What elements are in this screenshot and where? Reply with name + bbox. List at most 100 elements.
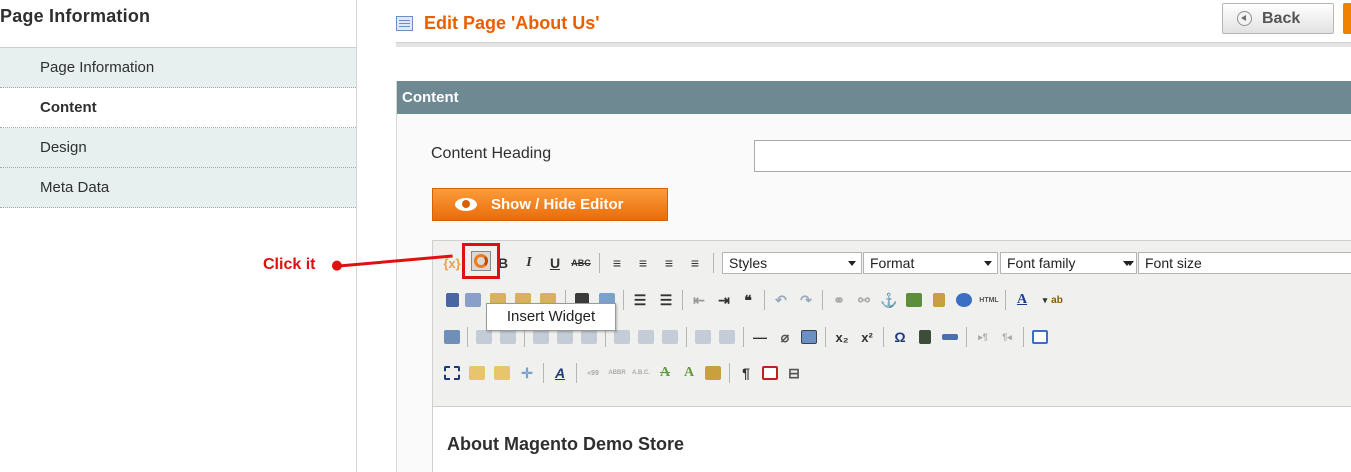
align-center-icon[interactable]: ≡ xyxy=(633,253,653,273)
blockquote-icon[interactable]: ❝ xyxy=(738,290,758,310)
horizontal-rule-icon[interactable]: — xyxy=(750,327,770,347)
sidebar-title: Page Information xyxy=(0,6,151,26)
split-cells-icon[interactable] xyxy=(693,327,713,347)
save-button-edge[interactable] xyxy=(1343,3,1351,34)
fullscreen-icon[interactable] xyxy=(1030,327,1050,347)
insert-col-after-icon[interactable] xyxy=(636,327,656,347)
toolbar-separator xyxy=(576,363,577,383)
tab-page-information[interactable]: Page Information xyxy=(0,48,356,88)
page-break-icon[interactable]: ⊟ xyxy=(784,363,804,383)
tab-design[interactable]: Design xyxy=(0,128,356,168)
styleprops-icon[interactable]: A xyxy=(550,363,570,383)
remove-format-icon[interactable]: ⌀ xyxy=(775,327,795,347)
insert-text-icon[interactable]: A xyxy=(679,363,699,383)
chevron-down-icon xyxy=(845,254,858,272)
delete-col-icon[interactable] xyxy=(660,327,680,347)
styles-select[interactable]: Styles xyxy=(722,252,862,274)
toolbar-separator xyxy=(743,327,744,347)
toolbar-separator xyxy=(543,363,544,383)
insert-widget-icon xyxy=(471,251,491,271)
sidebar: Page Information Page Information Conten… xyxy=(0,0,357,472)
format-select-value: Format xyxy=(870,255,915,271)
align-justify-icon[interactable]: ≡ xyxy=(685,253,705,273)
format-select[interactable]: Format xyxy=(863,252,998,274)
special-char-icon[interactable]: Ω xyxy=(890,327,910,347)
help-icon[interactable] xyxy=(954,290,974,310)
wysiwyg-editor: {x} B I U ABC ≡ ≡ ≡ ≡ Styles Format Font… xyxy=(432,240,1351,472)
font-family-select-value: Font family xyxy=(1007,255,1076,271)
delete-text-icon[interactable]: A xyxy=(655,363,675,383)
strikethrough-icon[interactable]: ABC xyxy=(571,253,591,273)
html-source-icon[interactable]: HTML xyxy=(979,290,999,310)
acronym-icon[interactable]: A.B.C. xyxy=(631,363,651,383)
toolbar-separator xyxy=(729,363,730,383)
move-forward-icon[interactable] xyxy=(467,363,487,383)
content-heading-label: Content Heading xyxy=(431,145,552,162)
toolbar-separator xyxy=(713,253,714,273)
toolbar-separator xyxy=(764,290,765,310)
align-left-icon[interactable]: ≡ xyxy=(607,253,627,273)
eye-icon xyxy=(455,198,477,211)
merge-cells-icon[interactable] xyxy=(717,327,737,347)
toolbar-separator xyxy=(623,290,624,310)
attributes-icon[interactable] xyxy=(703,363,723,383)
font-family-select[interactable]: Font family xyxy=(1000,252,1137,274)
show-hide-editor-button[interactable]: Show / Hide Editor xyxy=(432,188,668,221)
chevron-down-icon xyxy=(1123,254,1136,272)
cite-icon[interactable]: «99 xyxy=(583,363,603,383)
toolbar-separator xyxy=(682,290,683,310)
media-icon[interactable] xyxy=(915,327,935,347)
indent-icon[interactable]: ⇥ xyxy=(714,290,734,310)
ltr-icon[interactable]: ▸¶ xyxy=(973,327,993,347)
align-right-icon[interactable]: ≡ xyxy=(659,253,679,273)
nonbreaking-icon[interactable] xyxy=(760,363,780,383)
insert-layer-icon[interactable] xyxy=(442,363,462,383)
cut-icon[interactable] xyxy=(442,290,462,310)
rtl-icon[interactable]: ¶◂ xyxy=(997,327,1017,347)
toolbar-separator xyxy=(883,327,884,347)
text-color-icon[interactable]: A xyxy=(1012,290,1032,310)
editor-content-area[interactable]: About Magento Demo Store xyxy=(433,406,1351,472)
back-button[interactable]: Back xyxy=(1222,3,1334,34)
absolute-icon[interactable]: ✛ xyxy=(517,363,537,383)
italic-icon[interactable]: I xyxy=(519,253,539,273)
content-heading-input[interactable] xyxy=(754,140,1351,172)
redo-icon[interactable]: ↷ xyxy=(796,290,816,310)
cleanup-icon[interactable] xyxy=(929,290,949,310)
show-hide-editor-label: Show / Hide Editor xyxy=(491,196,624,213)
image-icon[interactable] xyxy=(904,290,924,310)
numbered-list-icon[interactable]: ☰ xyxy=(656,290,676,310)
horizontal-line-icon[interactable] xyxy=(940,327,960,347)
insert-widget-button[interactable] xyxy=(462,243,500,279)
underline-icon[interactable]: U xyxy=(545,253,565,273)
link-icon[interactable]: ⚭ xyxy=(829,290,849,310)
bullet-list-icon[interactable]: ☰ xyxy=(630,290,650,310)
page-header: Edit Page 'About Us' xyxy=(396,8,600,38)
edit-icon[interactable] xyxy=(442,327,462,347)
anchor-icon[interactable]: ⚓ xyxy=(879,290,899,310)
background-color-icon[interactable]: ab xyxy=(1047,290,1067,310)
visual-chars-icon[interactable]: ¶ xyxy=(736,363,756,383)
subscript-icon[interactable]: x₂ xyxy=(832,327,852,347)
toolbar-separator xyxy=(822,290,823,310)
styles-select-value: Styles xyxy=(729,255,768,271)
unlink-icon[interactable]: ⚯ xyxy=(854,290,874,310)
grid-page-icon xyxy=(396,15,413,31)
toolbar-separator xyxy=(686,327,687,347)
toolbar-separator xyxy=(1023,327,1024,347)
visual-aid-icon[interactable] xyxy=(799,327,819,347)
undo-icon[interactable]: ↶ xyxy=(771,290,791,310)
superscript-icon[interactable]: x² xyxy=(857,327,877,347)
tab-content[interactable]: Content xyxy=(0,88,356,128)
header-divider xyxy=(396,42,1351,47)
tab-meta-data[interactable]: Meta Data xyxy=(0,168,356,208)
font-size-select-value: Font size xyxy=(1145,255,1202,271)
outdent-icon[interactable]: ⇤ xyxy=(689,290,709,310)
abbr-icon[interactable]: ABBR xyxy=(607,363,627,383)
cms-page-editor: Page Information Page Information Conten… xyxy=(0,0,1351,472)
copy-icon[interactable] xyxy=(463,290,483,310)
insert-widget-tooltip: Insert Widget xyxy=(486,303,616,331)
font-size-select[interactable]: Font size xyxy=(1126,252,1351,274)
move-backward-icon[interactable] xyxy=(492,363,512,383)
back-button-label: Back xyxy=(1262,9,1301,27)
